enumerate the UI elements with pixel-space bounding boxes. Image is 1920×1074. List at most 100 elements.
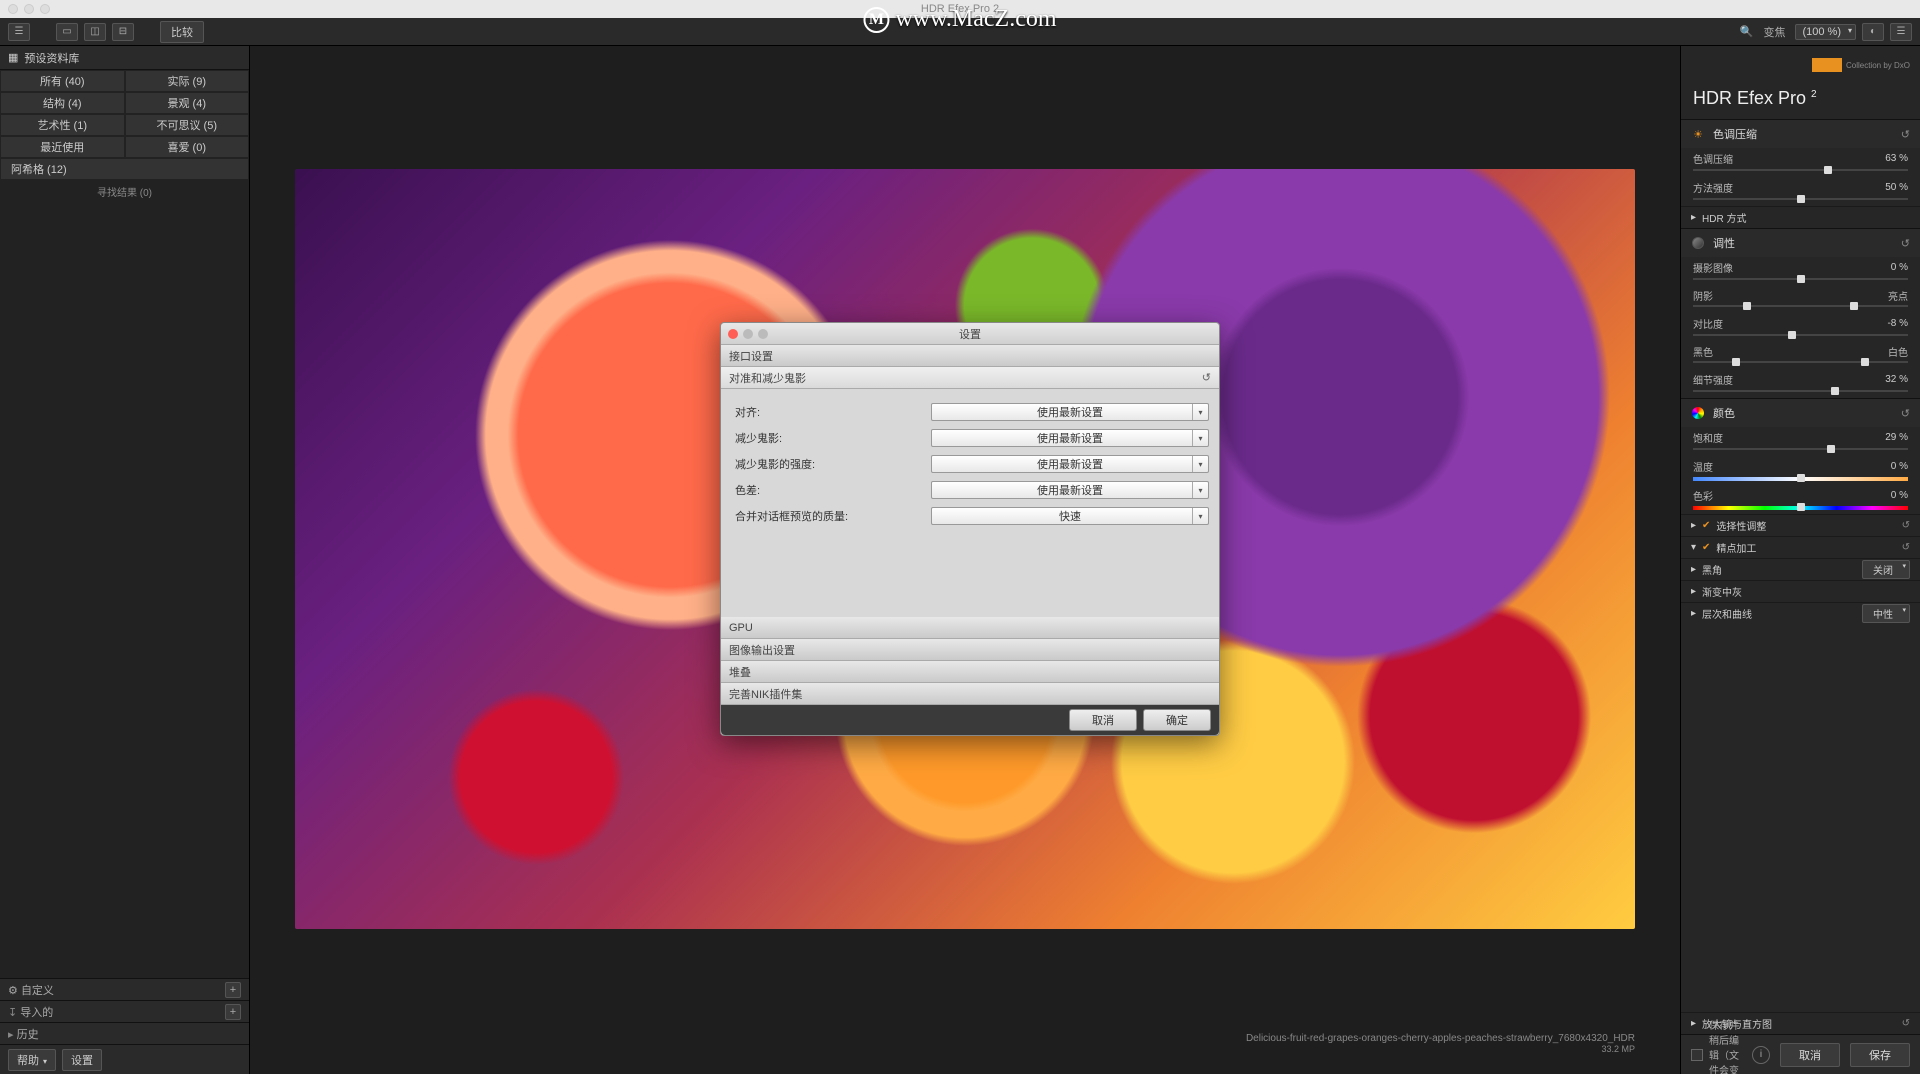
brand-logo-icon	[1812, 58, 1842, 72]
custom-label: 自定义	[21, 985, 54, 997]
chevron-right-icon: ▸	[1691, 520, 1696, 531]
history-label: 历史	[17, 1029, 39, 1041]
section-label: 精点加工	[1716, 540, 1756, 555]
structure-slider[interactable]	[1681, 390, 1920, 398]
reset-icon[interactable]: ↺	[1901, 407, 1910, 420]
help-menu[interactable]: 帮助	[8, 1049, 56, 1071]
reset-icon[interactable]: ↺	[1901, 237, 1910, 250]
category-cell[interactable]: 实际 (9)	[125, 70, 250, 92]
preset-library-header: ▦ 预设资料库	[0, 46, 249, 70]
dialog-titlebar: 设置	[721, 323, 1219, 345]
param-label: 饱和度	[1693, 430, 1723, 445]
view-split-h-button[interactable]: ⊟	[112, 23, 134, 41]
save-button[interactable]: 保存	[1850, 1043, 1910, 1067]
dropdown-icon: ▾	[1192, 404, 1208, 420]
reset-icon[interactable]: ↺	[1202, 371, 1211, 384]
param-value: -8 %	[1887, 318, 1908, 329]
ghost-strength-label: 减少鬼影的强度:	[731, 456, 931, 472]
levels-select[interactable]: 中性	[1862, 604, 1910, 623]
image-megapixels: 33.2 MP	[295, 1044, 1635, 1054]
category-cell[interactable]: 不可思议 (5)	[125, 114, 250, 136]
save-later-label: 保存并稍后编辑（文件会变大）	[1709, 1017, 1746, 1074]
tab-alignment[interactable]: 对准和减少鬼影 ↺	[721, 367, 1219, 389]
zoom-label: 变焦	[1763, 24, 1785, 40]
zoom-icon: 🔍	[1740, 25, 1754, 38]
toggle-right-panel-button[interactable]: ☰	[1890, 23, 1912, 41]
library-icon: ▦	[8, 51, 18, 64]
add-imported-button[interactable]: +	[225, 1004, 241, 1020]
shadow-highlight-slider[interactable]	[1681, 305, 1920, 313]
tint-slider[interactable]	[1681, 506, 1920, 514]
section-grad-nd[interactable]: ▸渐变中灰	[1681, 580, 1920, 602]
reset-icon[interactable]: ↺	[1902, 520, 1910, 531]
ghost-select[interactable]: 使用最新设置▾	[931, 429, 1209, 447]
chevron-right-icon: ▸	[1691, 586, 1696, 597]
zoom-select[interactable]: (100 %)	[1795, 24, 1856, 40]
category-cell[interactable]: 艺术性 (1)	[0, 114, 125, 136]
black-white-slider[interactable]	[1681, 361, 1920, 369]
section-selective[interactable]: ▸✔选择性调整↺	[1681, 514, 1920, 536]
history-section[interactable]: ▸ 历史	[0, 1022, 249, 1044]
tab-stack[interactable]: 堆叠	[721, 661, 1219, 683]
settings-button[interactable]: 设置	[62, 1049, 102, 1071]
save-later-checkbox[interactable]	[1691, 1049, 1703, 1061]
saturation-slider[interactable]	[1681, 448, 1920, 456]
dialog-traffic-lights[interactable]	[728, 329, 768, 339]
dialog-ok-button[interactable]: 确定	[1143, 709, 1211, 731]
dropdown-icon: ▾	[1192, 482, 1208, 498]
toggle-left-panel-button[interactable]: ☰	[8, 23, 30, 41]
right-panel: Collection by DxO HDR Efex Pro 2 ☀ 色调压缩 …	[1680, 46, 1920, 1074]
section-levels-curves[interactable]: ▸层次和曲线中性	[1681, 602, 1920, 624]
compare-button[interactable]: 比较	[160, 21, 204, 43]
contrast-slider[interactable]	[1681, 334, 1920, 342]
section-tonality[interactable]: 调性 ↺	[1681, 229, 1920, 257]
info-icon[interactable]: i	[1752, 1046, 1770, 1064]
category-cell[interactable]: 最近使用	[0, 136, 125, 158]
tab-nik[interactable]: 完善NIK插件集	[721, 683, 1219, 705]
view-single-button[interactable]: ▭	[56, 23, 78, 41]
view-split-v-button[interactable]: ◫	[84, 23, 106, 41]
panel-title: HDR Efex Pro 2	[1681, 84, 1920, 119]
merge-quality-select[interactable]: 快速▾	[931, 507, 1209, 525]
right-footer: 保存并稍后编辑（文件会变大） i 取消 保存	[1681, 1034, 1920, 1074]
hdr-method-row[interactable]: ▸HDR 方式	[1681, 206, 1920, 228]
category-custom-row[interactable]: 阿希格 (12)	[0, 158, 249, 180]
traffic-lights[interactable]	[8, 4, 50, 14]
imported-section[interactable]: ↧ 导入的 +	[0, 1000, 249, 1022]
exposure-slider[interactable]	[1681, 278, 1920, 286]
gear-icon: ⚙	[8, 985, 18, 997]
background-color-button[interactable]: ◐	[1862, 23, 1884, 41]
brand-tagline: Collection by DxO	[1846, 61, 1910, 70]
black-label: 黑色	[1693, 344, 1713, 359]
section-vignette[interactable]: ▸黑角关闭	[1681, 558, 1920, 580]
param-label: 细节强度	[1693, 372, 1733, 387]
category-cell[interactable]: 所有 (40)	[0, 70, 125, 92]
add-custom-button[interactable]: +	[225, 982, 241, 998]
section-finishing[interactable]: ▾✔精点加工↺	[1681, 536, 1920, 558]
tab-gpu[interactable]: GPU	[721, 617, 1219, 639]
ghost-strength-select[interactable]: 使用最新设置▾	[931, 455, 1209, 473]
category-cell[interactable]: 景观 (4)	[125, 92, 250, 114]
section-color[interactable]: 颜色 ↺	[1681, 399, 1920, 427]
section-label: 色调压缩	[1713, 126, 1757, 142]
param-label: 方法强度	[1693, 180, 1733, 195]
reset-icon[interactable]: ↺	[1902, 542, 1910, 553]
vignette-select[interactable]: 关闭	[1862, 560, 1910, 579]
dialog-cancel-button[interactable]: 取消	[1069, 709, 1137, 731]
alignment-label: 对齐:	[731, 404, 931, 420]
custom-section[interactable]: ⚙ 自定义 +	[0, 978, 249, 1000]
temperature-slider[interactable]	[1681, 477, 1920, 485]
category-cell[interactable]: 结构 (4)	[0, 92, 125, 114]
method-strength-slider[interactable]	[1681, 198, 1920, 206]
ca-select[interactable]: 使用最新设置▾	[931, 481, 1209, 499]
reset-icon[interactable]: ↺	[1902, 1018, 1910, 1029]
cancel-button[interactable]: 取消	[1780, 1043, 1840, 1067]
param-label: 色彩	[1693, 488, 1713, 503]
category-cell[interactable]: 喜爱 (0)	[125, 136, 250, 158]
section-tone-compression[interactable]: ☀ 色调压缩 ↺	[1681, 120, 1920, 148]
reset-icon[interactable]: ↺	[1901, 128, 1910, 141]
tab-interface[interactable]: 接口设置	[721, 345, 1219, 367]
tone-compression-slider[interactable]	[1681, 169, 1920, 177]
alignment-select[interactable]: 使用最新设置▾	[931, 403, 1209, 421]
tab-output[interactable]: 图像输出设置	[721, 639, 1219, 661]
